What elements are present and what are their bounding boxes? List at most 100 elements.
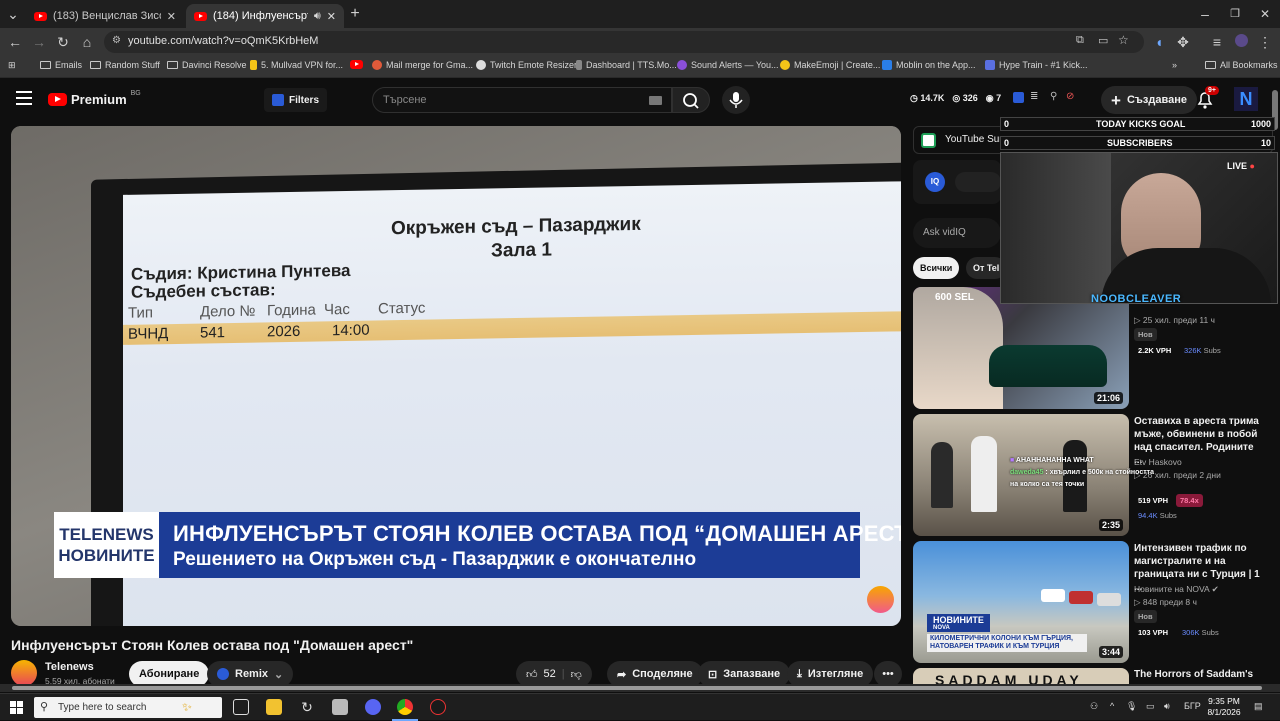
chevron-right-icon[interactable]: » <box>1172 60 1177 70</box>
chat-message: daweda45 : хвърлил е 500к на стойността <box>1010 469 1154 476</box>
youtube-icon <box>194 11 207 21</box>
bookmark-label: Twitch Emote Resizer <box>490 60 578 70</box>
item-title[interactable]: The Horrors of Saddam's <box>1134 668 1264 681</box>
reload-icon[interactable]: ↻ <box>54 33 72 51</box>
tray-chevron-icon[interactable]: ^ <box>1110 701 1114 711</box>
keyboard-icon[interactable] <box>649 96 662 105</box>
hamburger-menu-icon[interactable] <box>16 91 32 105</box>
horizontal-scrollbar[interactable] <box>0 684 1280 692</box>
channel-name[interactable]: Telenews <box>45 661 94 673</box>
bookmark-youtube[interactable] <box>350 60 363 69</box>
search-placeholder: Търсене <box>383 94 427 106</box>
bookmark-dashboard[interactable]: Dashboard | TTS.Mo... <box>576 60 677 70</box>
channel-avatar[interactable] <box>11 660 37 686</box>
app-icon[interactable] <box>332 699 348 715</box>
chip-all[interactable]: Всички <box>913 257 960 279</box>
volume-icon[interactable]: 🔊︎ <box>1164 701 1170 712</box>
voice-search-button[interactable] <box>722 86 750 114</box>
window-close-button[interactable]: ✕ <box>1256 5 1274 23</box>
globe-icon <box>476 60 486 70</box>
speaker-icon[interactable]: 🔊︎ <box>314 10 321 23</box>
close-icon[interactable]: ✕ <box>167 10 176 23</box>
bookmark-star-icon[interactable]: ☆ <box>1118 33 1129 47</box>
subs-badge: 94.4K Subs <box>1134 509 1181 522</box>
site-info-icon[interactable]: ⚙ <box>112 35 121 46</box>
bookmark-twitch-emote[interactable]: Twitch Emote Resizer <box>476 60 577 70</box>
filters-button[interactable]: Filters <box>264 88 328 112</box>
ask-vidiq-input[interactable]: Ask vidIQ <box>913 218 1001 248</box>
notifications-button[interactable]: 9+ <box>1196 86 1219 110</box>
person-icon[interactable]: ⚇ <box>1090 701 1098 712</box>
refresh-app-icon[interactable]: ↻ <box>299 699 315 715</box>
extensions-puzzle-icon[interactable]: ✥ <box>1174 33 1192 51</box>
bookmark-random-stuff[interactable]: Random Stuff <box>90 60 160 70</box>
file-explorer-icon[interactable] <box>266 699 282 715</box>
profile-icon[interactable] <box>1232 33 1250 51</box>
apps-grid-icon[interactable]: ⊞ <box>8 60 16 71</box>
tab-1[interactable]: (183) Венцислав Зисов - YouTube ✕ <box>26 4 184 28</box>
new-badge: Нов <box>1134 328 1157 341</box>
bookmark-hype-train[interactable]: Hype Train - #1 Kick... <box>985 60 1088 70</box>
likes-value: 326 <box>962 93 978 103</box>
list-icon[interactable]: ≣ <box>1030 91 1038 102</box>
discord-icon[interactable] <box>365 699 381 715</box>
restore-button[interactable]: ❐ <box>1226 5 1244 23</box>
chat-message: ■ AHAHHAHAHHA WHAT <box>1010 457 1094 464</box>
chrome-icon[interactable] <box>397 699 413 715</box>
item-channel[interactable]: Новините на NOVA ✔ <box>1134 584 1219 595</box>
cast-icon[interactable]: ▭ <box>1098 34 1108 47</box>
network-icon[interactable]: ▭ <box>1146 701 1155 712</box>
task-view-icon[interactable] <box>233 699 249 715</box>
scrollbar-thumb[interactable] <box>12 686 1262 690</box>
video-thumbnail[interactable]: 600 SEL 21:06 <box>913 287 1129 409</box>
extension-icon[interactable]: ◖ <box>1150 33 1168 51</box>
bookmark-mail-merge[interactable]: Mail merge for Gma... <box>372 60 473 70</box>
vidiq-toggle[interactable] <box>955 172 1001 192</box>
bell-off-icon[interactable]: ⊘ <box>1066 91 1074 102</box>
thumbs-down-icon[interactable]: 👎︎ <box>571 668 582 681</box>
minimize-button[interactable]: – <box>1196 5 1214 23</box>
taskbar-search-input[interactable]: ⚲ Type here to search ✨︎ <box>34 697 222 718</box>
youtube-premium-logo[interactable]: Premium BG <box>48 90 141 107</box>
avatar[interactable]: N <box>1234 87 1258 111</box>
bookmark-davinci[interactable]: Davinci Resolve <box>167 60 247 70</box>
mic-icon[interactable]: 🎙︎ <box>1126 701 1137 712</box>
live-indicator: LIVE ● <box>1227 161 1255 171</box>
language-indicator[interactable]: БГР <box>1184 701 1201 711</box>
brand-line-1: TELENEWS <box>59 525 154 544</box>
all-bookmarks[interactable]: All Bookmarks <box>1205 60 1278 70</box>
bookmark-sound-alerts[interactable]: Sound Alerts — You... <box>677 60 779 70</box>
windows-start-icon[interactable] <box>10 701 23 714</box>
notifications-icon[interactable]: ▤ <box>1254 701 1263 712</box>
bookmark-emails[interactable]: Emails <box>40 60 82 70</box>
bookmark-mullvad[interactable]: 5. Mullvad VPN for... <box>250 60 343 70</box>
youtube-icon <box>350 60 363 69</box>
back-icon[interactable]: ← <box>6 33 24 51</box>
vidiq-icon[interactable]: IQ <box>925 172 945 192</box>
vph-badge: 519 VPH <box>1138 496 1169 505</box>
media-icon[interactable]: ≡ <box>1208 33 1226 51</box>
new-tab-button[interactable]: + <box>346 5 364 23</box>
search-button[interactable] <box>672 87 710 113</box>
bookmark-makeemoji[interactable]: MakeEmoji | Create... <box>780 60 880 70</box>
browser-menu-icon[interactable]: ⋮ <box>1256 33 1274 51</box>
close-icon[interactable]: ✕ <box>327 10 336 23</box>
home-icon[interactable]: ⌂ <box>78 33 96 51</box>
bookmark-moblin[interactable]: Moblin on the App... <box>882 60 976 70</box>
tab-search-icon[interactable]: ⌄ <box>4 5 22 23</box>
thumbnail-caption: КИЛОМЕТРИЧНИ КОЛОНИ КЪМ ГЪРЦИЯ, НАТОВАРЕ… <box>927 634 1087 652</box>
translate-icon[interactable]: ⧉ <box>1076 34 1084 47</box>
url-field[interactable]: ⚙ youtube.com/watch?v=oQmK5KrbHeM ⧉ ▭ ☆ <box>104 31 1144 53</box>
video-thumbnail[interactable]: НОВИНИТЕ NOVA КИЛОМЕТРИЧНИ КОЛОНИ КЪМ ГЪ… <box>913 541 1129 663</box>
filter-icon[interactable]: ⚲ <box>1050 91 1057 102</box>
tab-2-active[interactable]: (184) Инфлуенсърът Стоян 🔊︎ ✕ <box>186 4 344 28</box>
create-button[interactable]: + Създаване <box>1101 86 1197 114</box>
search-input[interactable]: Търсене <box>372 87 672 113</box>
obs-icon[interactable] <box>430 699 446 715</box>
col-time: Час <box>324 300 350 319</box>
video-player[interactable]: Окръжен съд – Пазарджик Зала 1 Съдия: Кр… <box>11 126 901 626</box>
clock[interactable]: 9:35 PM 8/1/2026 <box>1204 696 1244 718</box>
forward-icon[interactable]: → <box>30 33 48 51</box>
streamer-name: NOOBCLEAVER <box>1091 293 1182 304</box>
vidiq-icon[interactable] <box>1013 92 1024 103</box>
